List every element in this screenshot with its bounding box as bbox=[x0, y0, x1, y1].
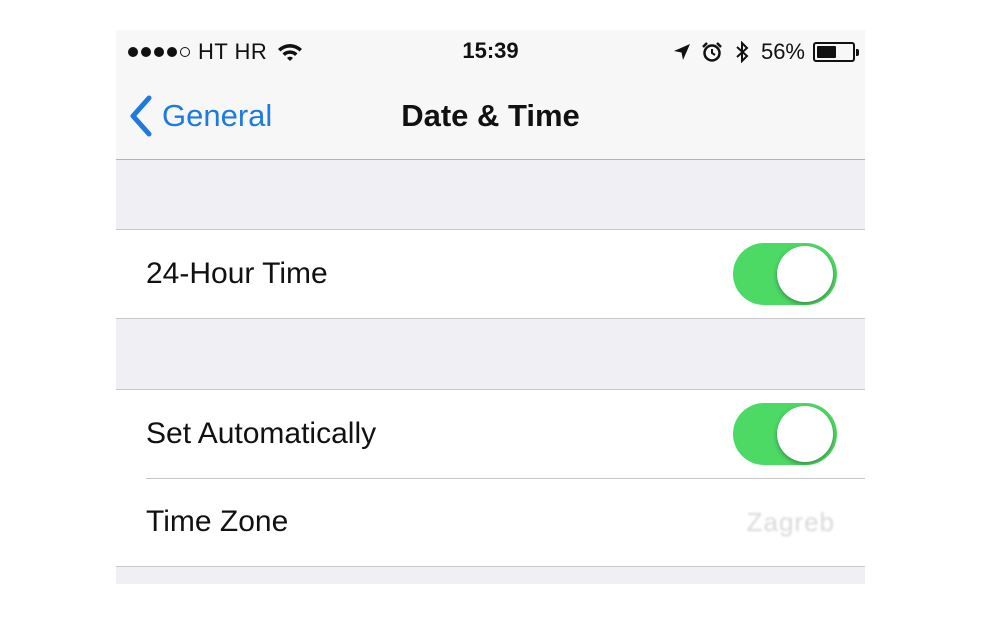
setting-label: 24-Hour Time bbox=[146, 257, 328, 290]
location-arrow-icon bbox=[673, 44, 690, 60]
setting-row-set-automatically: Set Automatically bbox=[116, 390, 865, 478]
24-hour-time-toggle[interactable] bbox=[733, 243, 837, 305]
battery-tip bbox=[856, 49, 859, 56]
settings-group-time-format: 24-Hour Time bbox=[116, 229, 865, 319]
page-title: Date & Time bbox=[401, 98, 580, 133]
settings-screen: HT HR 15:39 56% General Date & Time 24-H… bbox=[116, 30, 865, 584]
set-automatically-toggle[interactable] bbox=[733, 403, 837, 465]
alarm-clock-icon bbox=[702, 42, 722, 62]
status-right: 56% bbox=[671, 39, 859, 64]
setting-label: Time Zone bbox=[146, 505, 289, 538]
toggle-knob bbox=[777, 246, 833, 302]
battery-icon bbox=[813, 42, 859, 62]
setting-label: Set Automatically bbox=[146, 417, 377, 450]
battery-percentage: 56% bbox=[760, 39, 805, 64]
battery-level-fill bbox=[817, 46, 836, 58]
toggle-knob bbox=[777, 406, 833, 462]
setting-row-time-zone[interactable]: Time Zone Zagreb bbox=[116, 478, 865, 566]
time-zone-value: Zagreb bbox=[746, 506, 835, 537]
bluetooth-icon bbox=[736, 41, 749, 63]
setting-row-24-hour-time: 24-Hour Time bbox=[116, 230, 865, 318]
settings-group-time-source: Set Automatically Time Zone Zagreb bbox=[116, 389, 865, 567]
navigation-bar: General Date & Time bbox=[116, 74, 865, 160]
status-bar: HT HR 15:39 56% bbox=[116, 30, 865, 74]
